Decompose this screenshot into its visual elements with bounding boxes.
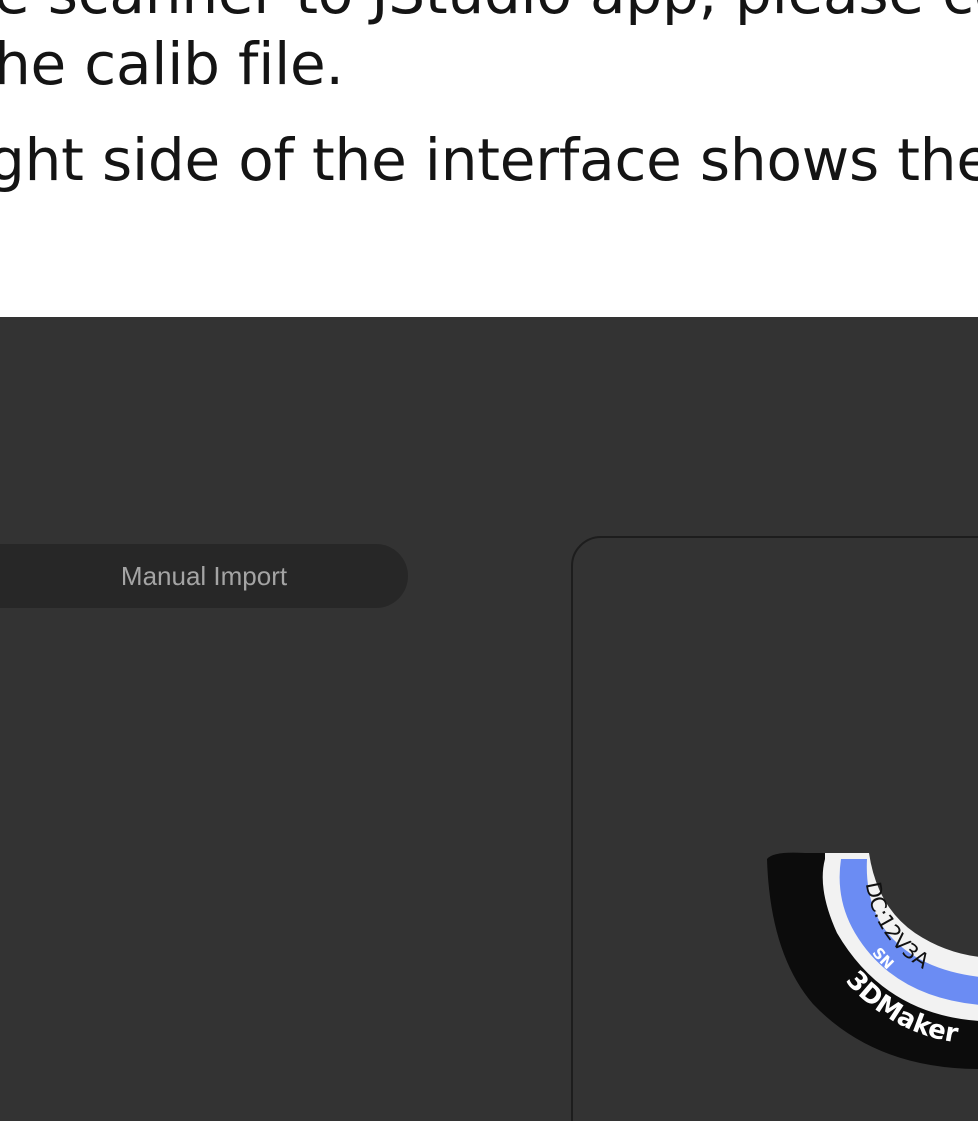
instruction-text-line-2: he calib file. [0, 30, 344, 98]
device-panel: DC:12V3A SN 3DMaker [571, 536, 978, 1121]
manual-import-button[interactable]: Manual Import [0, 544, 408, 608]
app-screenshot: Manual Import DC:12V3A SN 3DMaker [0, 317, 978, 1121]
scanner-device-icon: DC:12V3A SN 3DMaker [767, 852, 978, 1069]
instruction-text-line-1: e scanner to JStudio app, please conn [0, 0, 978, 27]
document-page: e scanner to JStudio app, please conn he… [0, 0, 978, 1121]
instruction-text-line-3: ght side of the interface shows the scan [0, 126, 978, 194]
